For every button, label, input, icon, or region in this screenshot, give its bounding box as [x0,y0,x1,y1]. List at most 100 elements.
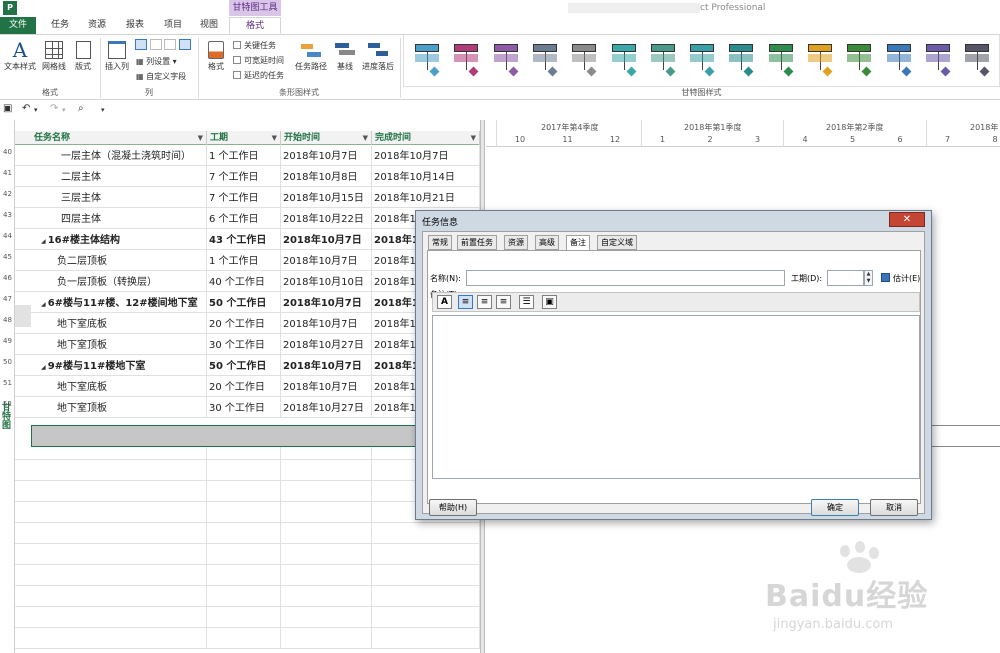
empty-cell[interactable] [372,565,480,586]
gantt-style-option[interactable] [530,44,560,80]
gantt-style-option[interactable] [648,44,678,80]
customize-qat-icon[interactable]: ▾ [101,106,105,114]
empty-cell[interactable] [281,586,372,607]
tab-resources[interactable]: 资源 [504,235,528,250]
empty-row[interactable] [15,460,480,481]
empty-cell[interactable] [281,628,372,649]
duration-cell[interactable]: 40 个工作日 [207,271,281,292]
align-right-icon[interactable]: ≡ [496,295,511,309]
estimated-checkbox[interactable] [881,273,890,282]
redo-icon[interactable]: ↷ [50,103,58,114]
slippage-button[interactable]: 进度落后 [360,39,396,72]
empty-row[interactable] [15,502,480,523]
column-settings-button[interactable]: ▦ 列设置 ▾ [136,56,177,67]
gantt-style-option[interactable] [962,44,992,80]
table-row[interactable]: 49 地下室顶板 30 个工作日 2018年10月27日 2018年11 [3,334,480,355]
table-row[interactable]: 50 ◢ 9#楼与11#楼地下室 50 个工作日 2018年10月7日 2018年1 [3,355,480,376]
empty-cell[interactable] [281,607,372,628]
gridlines-button[interactable]: 网格线 [40,39,68,72]
empty-cell[interactable] [207,523,281,544]
empty-row[interactable] [15,481,480,502]
gantt-style-option[interactable] [805,44,835,80]
gantt-style-option[interactable] [491,44,521,80]
empty-cell[interactable] [31,481,207,502]
project-app-icon[interactable]: P [3,1,17,15]
late-tasks-checkbox[interactable]: 延迟的任务 [233,70,284,81]
table-row[interactable]: 44 ◢ 16#楼主体结构 43 个工作日 2018年10月7日 2018年1 [3,229,480,250]
empty-cell[interactable] [207,544,281,565]
duration-cell[interactable]: 30 个工作日 [207,334,281,355]
align-left-icon[interactable]: ≡ [458,295,473,309]
task-name-cell[interactable]: 二层主体 [31,166,207,187]
collapse-triangle-icon[interactable]: ◢ [41,238,48,245]
align-buttons[interactable] [135,39,195,51]
empty-cell[interactable] [372,544,480,565]
col-header-duration[interactable]: 工期 ▼ [207,131,281,145]
row-id[interactable]: 47 [0,292,15,313]
filter-dropdown-icon[interactable]: ▼ [471,131,476,145]
table-row[interactable]: 52 地下室顶板 30 个工作日 2018年10月27日 2018年11 [3,397,480,418]
task-path-button[interactable]: 任务路径 [293,39,329,72]
col-header-start[interactable]: 开始时间 ▼ [281,131,372,145]
tab-task[interactable]: 任务 [44,17,76,34]
align-left-icon[interactable] [135,39,147,50]
empty-cell[interactable] [372,586,480,607]
empty-row[interactable] [15,523,480,544]
table-row[interactable]: 43 四层主体 6 个工作日 2018年10月22日 2018年10 [3,208,480,229]
empty-cell[interactable] [281,502,372,523]
task-name-cell[interactable]: 负一层顶板（转换层） [31,271,207,292]
duration-cell[interactable]: 20 个工作日 [207,313,281,334]
tab-format[interactable]: 格式 [229,17,281,34]
ok-button[interactable]: 确定 [811,499,859,516]
start-cell[interactable]: 2018年10月8日 [281,166,372,187]
empty-cell[interactable] [207,628,281,649]
finish-cell[interactable]: 2018年10月14日 [372,166,480,187]
empty-cell[interactable] [207,481,281,502]
start-cell[interactable]: 2018年10月15日 [281,187,372,208]
empty-cell[interactable] [31,628,207,649]
collapse-triangle-icon[interactable]: ◢ [41,364,48,371]
row-id[interactable]: 46 [0,271,15,292]
start-cell[interactable]: 2018年10月27日 [281,397,372,418]
start-cell[interactable]: 2018年10月7日 [281,145,372,166]
table-row[interactable]: 45 负二层顶板 1 个工作日 2018年10月7日 2018年10 [3,250,480,271]
table-row[interactable]: 48 地下室底板 20 个工作日 2018年10月7日 2018年10 [3,313,480,334]
align-right-icon[interactable] [164,39,177,50]
empty-cell[interactable] [31,586,207,607]
tab-general[interactable]: 常规 [428,235,452,250]
row-id[interactable]: 41 [0,166,15,187]
text-styles-button[interactable]: A 文本样式 [2,39,38,72]
undo-icon[interactable]: ↶ [22,103,30,114]
empty-cell[interactable] [31,460,207,481]
bullets-icon[interactable]: ☰ [519,295,534,309]
filter-dropdown-icon[interactable]: ▼ [198,131,203,145]
empty-cell[interactable] [207,502,281,523]
task-name-cell[interactable]: 地下室底板 [31,376,207,397]
col-header-finish[interactable]: 完成时间 ▼ [372,131,480,145]
row-id[interactable]: 48 [0,313,15,334]
table-row[interactable]: 40 一层主体（混凝土浇筑时间） 1 个工作日 2018年10月7日 2018年10月7… [3,145,480,166]
task-name-cell[interactable]: 负二层顶板 [31,250,207,271]
row-id[interactable]: 42 [0,187,15,208]
table-row[interactable]: 46 负一层顶板（转换层） 40 个工作日 2018年10月10日 2018年11 [3,271,480,292]
insert-column-button[interactable]: 插入列 [103,39,131,72]
tab-view[interactable]: 视图 [192,17,226,34]
tab-advanced[interactable]: 高级 [535,235,559,250]
empty-cell[interactable] [281,523,372,544]
row-id[interactable]: 45 [0,250,15,271]
tab-project[interactable]: 项目 [156,17,190,34]
filter-dropdown-icon[interactable]: ▼ [363,131,368,145]
empty-row[interactable] [15,628,480,649]
col-header-name[interactable]: 任务名称 ▼ [31,131,207,145]
task-name-field[interactable] [466,270,785,286]
notes-textarea[interactable] [432,315,920,479]
cancel-button[interactable]: 取消 [870,499,918,516]
empty-cell[interactable] [207,607,281,628]
duration-field[interactable] [827,270,864,286]
empty-cell[interactable] [281,481,372,502]
empty-row[interactable] [15,565,480,586]
start-cell[interactable]: 2018年10月7日 [281,292,372,313]
print-preview-icon[interactable]: ⌕ [78,103,84,114]
gantt-style-option[interactable] [726,44,756,80]
empty-cell[interactable] [372,628,480,649]
